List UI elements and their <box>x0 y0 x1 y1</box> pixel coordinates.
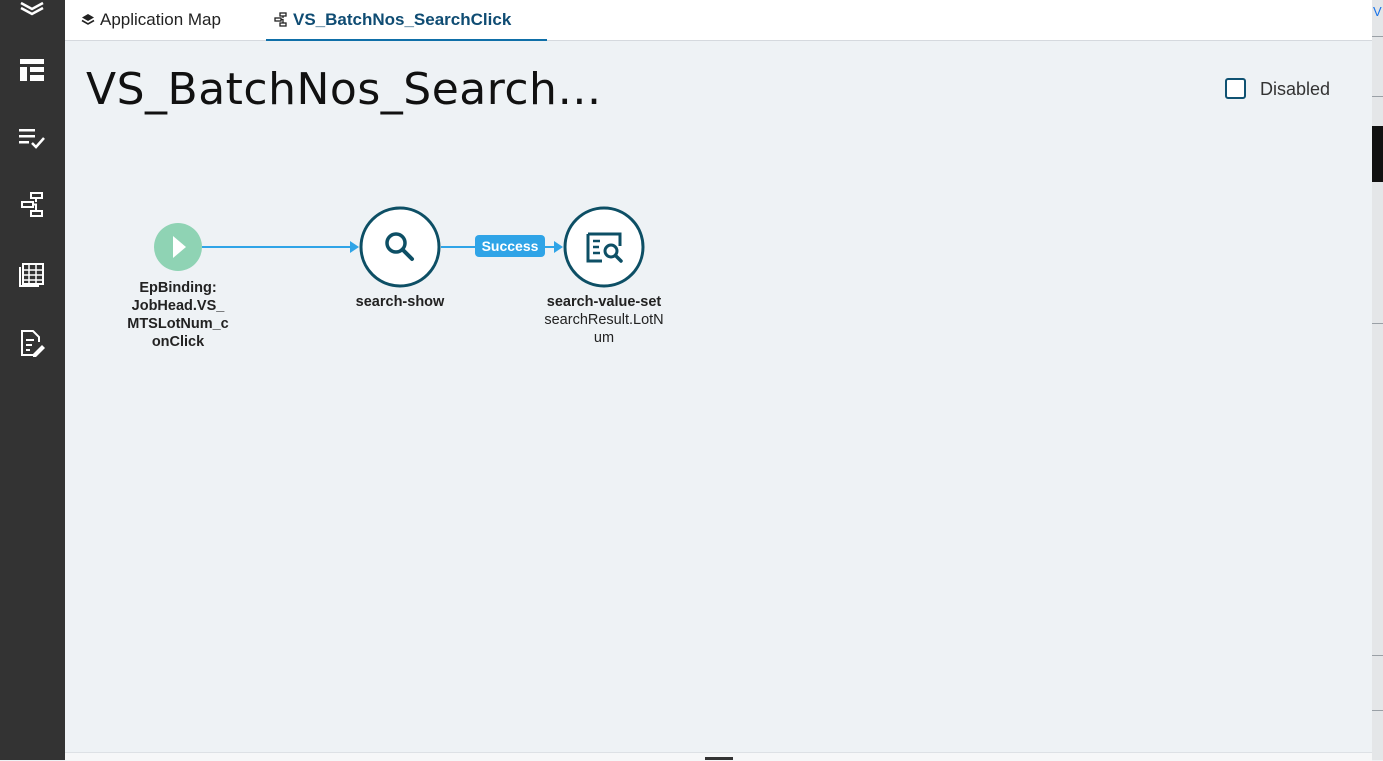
arrowhead <box>554 241 563 253</box>
search-value-set-node[interactable] <box>563 206 645 288</box>
flow-diagram <box>154 206 645 288</box>
start-label-line: JobHead.VS_ <box>131 298 225 314</box>
start-label-line: EpBinding: <box>139 280 217 296</box>
search-value-set-sub: um <box>593 330 615 346</box>
search-value-set-label-block: search-value-set searchResult.LotN um <box>524 293 684 347</box>
search-value-set-label: search-value-set <box>546 294 662 310</box>
start-node[interactable] <box>154 223 202 271</box>
start-label-line: onClick <box>151 334 205 350</box>
search-show-label: search-show <box>355 294 445 310</box>
start-label-line: MTSLotNum_c <box>127 316 229 332</box>
search-show-node[interactable] <box>359 206 441 288</box>
edge-label-success: Success <box>475 235 545 257</box>
search-value-set-sub: searchResult.LotN <box>544 312 664 328</box>
start-node-label: EpBinding: JobHead.VS_ MTSLotNum_c onCli… <box>108 279 248 351</box>
arrowhead <box>350 241 359 253</box>
